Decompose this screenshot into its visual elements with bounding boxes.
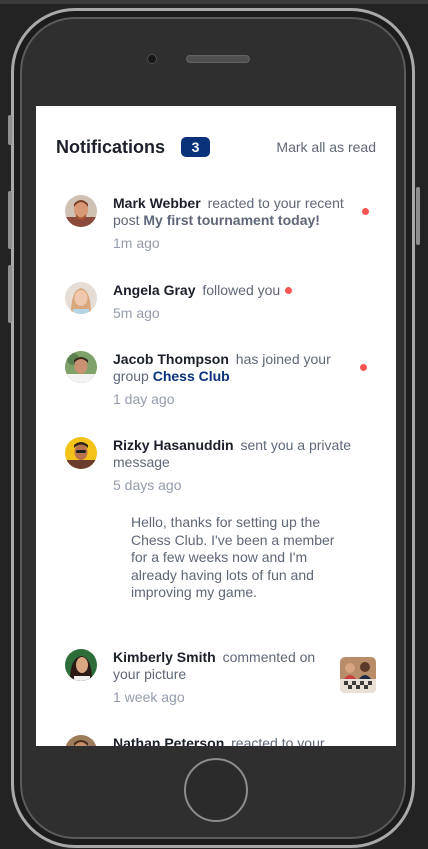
user-name[interactable]: Angela Gray: [113, 282, 195, 298]
timestamp: 1 day ago: [113, 391, 175, 407]
notification-item[interactable]: Mark Webber reacted to your recent post …: [56, 195, 376, 255]
user-name[interactable]: Kimberly Smith: [113, 649, 216, 665]
notifications-header: Notifications 3 Mark all as read: [56, 134, 376, 160]
notification-item[interactable]: Jacob Thompson has joined your group Che…: [56, 351, 376, 411]
user-name[interactable]: Jacob Thompson: [113, 351, 229, 367]
avatar[interactable]: [65, 195, 97, 227]
mute-switch: [8, 115, 12, 145]
window-top-strip: [0, 0, 428, 4]
phone-screen: Notifications 3 Mark all as read Mark We…: [36, 106, 396, 746]
unread-count-badge: 3: [181, 137, 210, 157]
notification-content: Angela Gray followed you 5m ago: [113, 282, 357, 322]
avatar-nathan-peterson-icon: [65, 735, 97, 746]
timestamp: 5 days ago: [113, 477, 182, 493]
notification-content: Rizky Hasanuddin sent you a private mess…: [113, 437, 357, 494]
volume-down-button: [8, 265, 12, 323]
post-link[interactable]: My first tournament today!: [143, 212, 320, 228]
notification-action: followed you: [202, 282, 281, 298]
page-title: Notifications: [56, 137, 166, 157]
mark-all-read-button[interactable]: Mark all as read: [276, 139, 376, 155]
volume-up-button: [8, 191, 12, 249]
notification-content: Jacob Thompson has joined your group Che…: [113, 351, 357, 408]
avatar[interactable]: [65, 437, 97, 469]
picture-thumbnail[interactable]: [340, 657, 376, 693]
notification-action: reacted to your: [231, 735, 325, 746]
power-button: [416, 187, 420, 245]
notification-item[interactable]: Nathan Peterson reacted to your: [56, 735, 376, 746]
avatar[interactable]: [65, 351, 97, 383]
timestamp: 1 week ago: [113, 689, 185, 705]
notification-content: Kimberly Smith commented on your picture…: [113, 649, 323, 706]
user-name[interactable]: Mark Webber: [113, 195, 201, 211]
unread-dot-icon: [285, 287, 293, 294]
avatar-jacob-thompson-icon: [65, 351, 97, 383]
home-button[interactable]: [184, 758, 248, 822]
user-name[interactable]: Nathan Peterson: [113, 735, 224, 746]
group-link[interactable]: Chess Club: [153, 368, 230, 384]
avatar-mark-webber-icon: [65, 195, 97, 227]
unread-dot-icon: [360, 364, 367, 371]
private-message-preview[interactable]: Hello, thanks for setting up the Chess C…: [131, 514, 351, 602]
timestamp: 1m ago: [113, 235, 160, 251]
notification-content: Nathan Peterson reacted to your: [113, 735, 357, 746]
avatar[interactable]: [65, 735, 97, 746]
notification-item[interactable]: Kimberly Smith commented on your picture…: [56, 649, 376, 709]
avatar-kimberly-smith-icon: [65, 649, 97, 681]
notification-item[interactable]: Rizky Hasanuddin sent you a private mess…: [56, 437, 376, 507]
notification-content: Mark Webber reacted to your recent post …: [113, 195, 357, 252]
front-camera: [147, 54, 157, 64]
unread-dot-icon: [362, 208, 369, 215]
earpiece-speaker: [186, 55, 250, 63]
chess-picture-thumbnail-icon: [340, 657, 376, 693]
user-name[interactable]: Rizky Hasanuddin: [113, 437, 234, 453]
avatar-angela-gray-icon: [65, 282, 97, 314]
timestamp: 5m ago: [113, 305, 160, 321]
notification-item[interactable]: Angela Gray followed you 5m ago: [56, 282, 376, 327]
avatar-rizky-hasanuddin-icon: [65, 437, 97, 469]
avatar[interactable]: [65, 649, 97, 681]
avatar[interactable]: [65, 282, 97, 314]
